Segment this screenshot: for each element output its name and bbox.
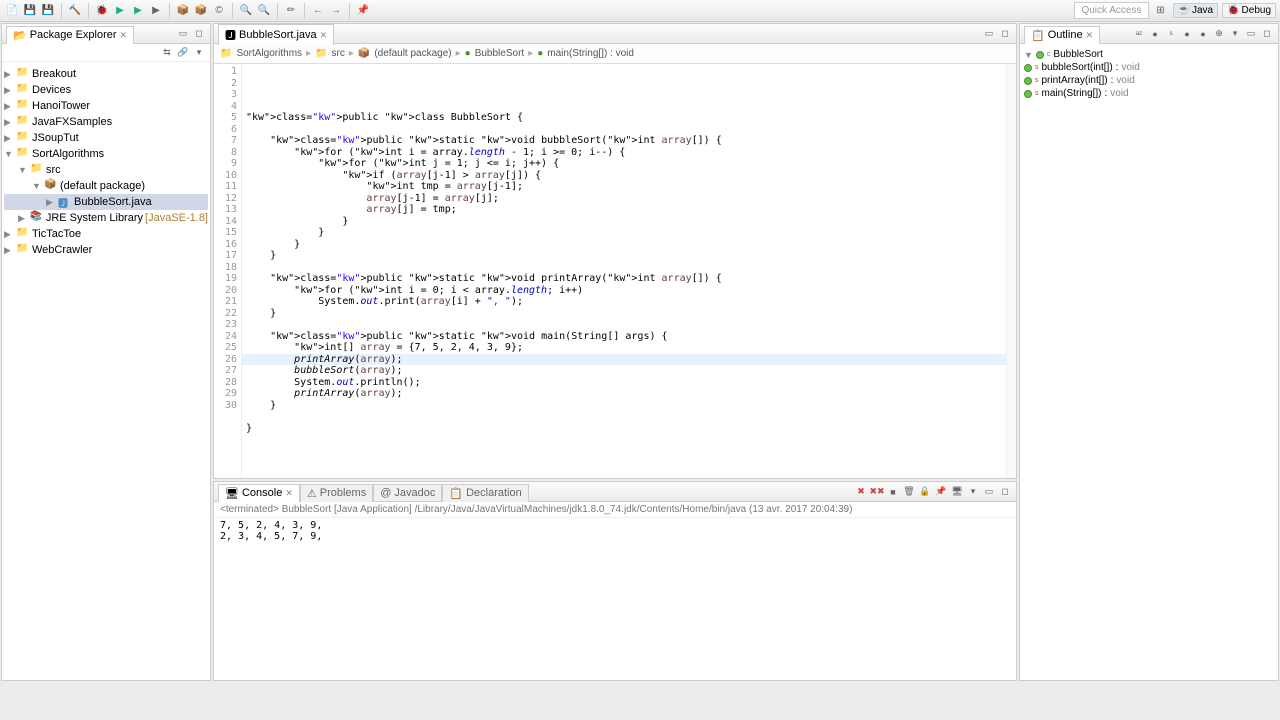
sort-icon[interactable]: ᵃᶻ: [1132, 27, 1146, 41]
nav-fwd-icon[interactable]: →: [328, 3, 344, 19]
save-all-icon[interactable]: 💾: [40, 3, 56, 19]
build-icon[interactable]: 🔨: [67, 3, 83, 19]
code-editor[interactable]: 1234567891011121314151617181920212223242…: [214, 64, 1016, 478]
search-icon[interactable]: 🔍: [256, 3, 272, 19]
new-class-icon[interactable]: ©: [211, 3, 227, 19]
terminate-icon[interactable]: ■: [886, 485, 900, 499]
breadcrumb[interactable]: 📁SortAlgorithms▸ 📁src▸ 📦(default package…: [214, 44, 1016, 64]
tab-console[interactable]: 🖥 Console ✕: [218, 484, 300, 502]
package-explorer-tab[interactable]: 📂 Package Explorer ✕: [6, 26, 134, 44]
close-icon[interactable]: ✕: [285, 488, 293, 499]
close-icon[interactable]: ✕: [320, 30, 328, 41]
debug-icon[interactable]: 🐞: [94, 3, 110, 19]
outline-method[interactable]: s main(String[]) : void: [1024, 87, 1274, 100]
console-status: <terminated> BubbleSort [Java Applicatio…: [214, 502, 1016, 518]
remove-launch-icon[interactable]: ✖: [854, 485, 868, 499]
open-perspective-icon[interactable]: ⊞: [1153, 3, 1169, 19]
minimize-icon[interactable]: ▭: [982, 485, 996, 499]
hide-static-icon[interactable]: ˢ: [1164, 27, 1178, 41]
outline-method[interactable]: s bubbleSort(int[]) : void: [1024, 61, 1274, 74]
perspective-java[interactable]: ☕ Java: [1173, 3, 1219, 18]
console-output[interactable]: 7, 5, 2, 4, 3, 9, 2, 3, 4, 5, 7, 9,: [214, 518, 1016, 680]
outline-tab[interactable]: 📋 Outline ✕: [1024, 26, 1100, 44]
run-icon[interactable]: ▶: [112, 3, 128, 19]
coverage-icon[interactable]: ▶: [148, 3, 164, 19]
link-editor-icon[interactable]: 🔗: [176, 46, 190, 60]
main-toolbar: 📄 💾 💾 🔨 🐞 ▶ ▶ ▶ 📦 📦 © 🔍 🔍 ✏ ← → 📌 Quick …: [0, 0, 1280, 22]
view-menu-icon[interactable]: ▾: [192, 46, 206, 60]
tab-javadoc[interactable]: @ Javadoc: [373, 484, 442, 501]
outline-method[interactable]: s printArray(int[]) : void: [1024, 74, 1274, 87]
display-console-icon[interactable]: 🖥: [950, 485, 964, 499]
nav-back-icon[interactable]: ←: [310, 3, 326, 19]
maximize-icon[interactable]: ◻: [998, 27, 1012, 41]
open-type-icon[interactable]: 🔍: [238, 3, 254, 19]
remove-all-icon[interactable]: ✖✖: [870, 485, 884, 499]
pin-console-icon[interactable]: 📌: [934, 485, 948, 499]
view-menu-icon[interactable]: ▾: [1228, 27, 1242, 41]
editor-panel: 🅹 BubbleSort.java ✕ ▭ ◻ 📁SortAlgorithms▸…: [213, 23, 1017, 479]
scroll-lock-icon[interactable]: 🔒: [918, 485, 932, 499]
maximize-icon[interactable]: ◻: [1260, 27, 1274, 41]
file-bubblesort[interactable]: ▶🅹BubbleSort.java: [4, 194, 208, 210]
tab-declaration[interactable]: 📋 Declaration: [442, 484, 528, 502]
maximize-icon[interactable]: ◻: [192, 27, 206, 41]
new-pkg-icon[interactable]: 📦: [193, 3, 209, 19]
package-explorer-panel: 📂 Package Explorer ✕ ▭ ◻ ⇆ 🔗 ▾ ▶📁Breakou…: [1, 23, 211, 681]
pin-icon[interactable]: 📌: [355, 3, 371, 19]
collapse-all-icon[interactable]: ⇆: [160, 46, 174, 60]
toggle-mark-icon[interactable]: ✏: [283, 3, 299, 19]
minimize-icon[interactable]: ▭: [982, 27, 996, 41]
hide-nonpublic-icon[interactable]: ●: [1180, 27, 1194, 41]
hide-local-icon[interactable]: ●: [1196, 27, 1210, 41]
open-console-icon[interactable]: ▾: [966, 485, 980, 499]
quick-access-input[interactable]: Quick Access: [1074, 2, 1148, 19]
close-icon[interactable]: ✕: [1086, 30, 1094, 41]
new-icon[interactable]: 📄: [4, 3, 20, 19]
hide-fields-icon[interactable]: ●: [1148, 27, 1162, 41]
clear-icon[interactable]: 🗑: [902, 485, 916, 499]
close-icon[interactable]: ✕: [120, 30, 128, 41]
editor-tab[interactable]: 🅹 BubbleSort.java ✕: [218, 24, 334, 45]
perspective-debug[interactable]: 🐞 Debug: [1222, 3, 1276, 18]
new-java-icon[interactable]: 📦: [175, 3, 191, 19]
minimize-icon[interactable]: ▭: [176, 27, 190, 41]
bottom-panel: 🖥 Console ✕ ⚠ Problems @ Javadoc 📋 Decla…: [213, 481, 1017, 681]
outline-class[interactable]: ▼c BubbleSort: [1024, 48, 1274, 61]
minimize-icon[interactable]: ▭: [1244, 27, 1258, 41]
save-icon[interactable]: 💾: [22, 3, 38, 19]
maximize-icon[interactable]: ◻: [998, 485, 1012, 499]
focus-icon[interactable]: ⊕: [1212, 27, 1226, 41]
run-last-icon[interactable]: ▶: [130, 3, 146, 19]
tab-problems[interactable]: ⚠ Problems: [300, 484, 373, 502]
outline-panel: 📋 Outline ✕ ᵃᶻ ● ˢ ● ● ⊕ ▾ ▭ ◻ ▼c Bubble…: [1019, 23, 1279, 681]
project-tree[interactable]: ▶📁Breakout ▶📁Devices ▶📁HanoiTower ▶📁Java…: [2, 62, 210, 680]
